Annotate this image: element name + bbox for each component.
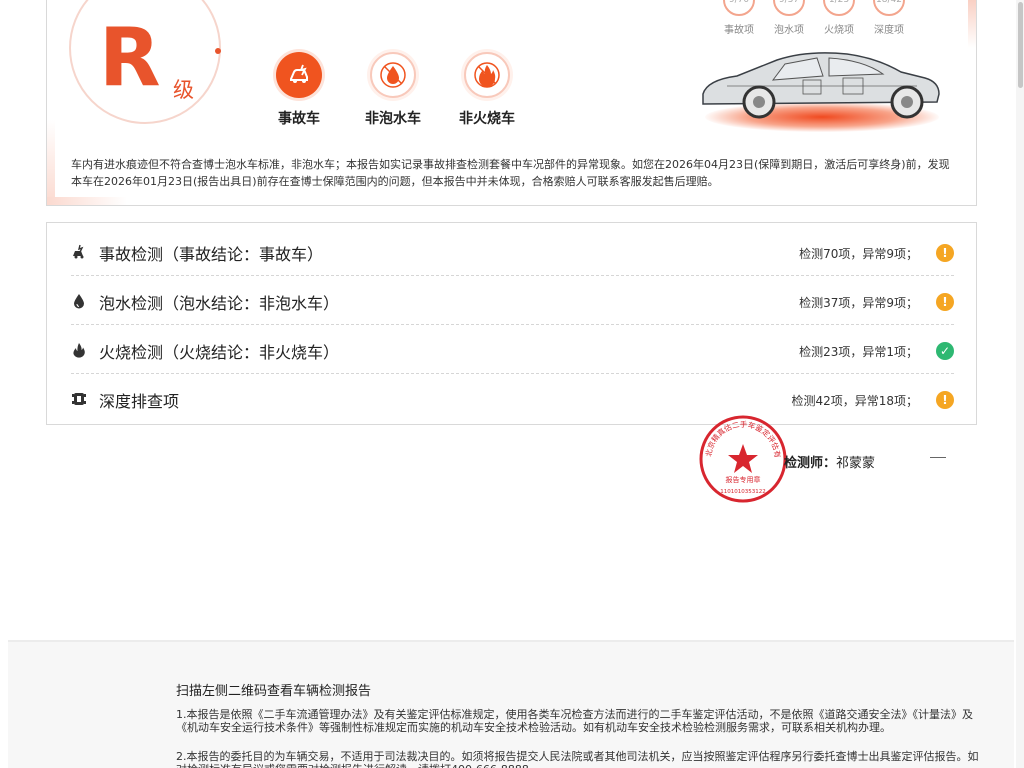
badge-accident-car: 事故车 xyxy=(259,52,339,128)
badge-not-flooded: 非泡水车 xyxy=(353,52,433,128)
stat-accident: 9/70 事故项 xyxy=(715,0,763,36)
stat-value: 18/42 xyxy=(873,0,905,16)
water-drop-crossed-icon xyxy=(370,52,416,98)
disclaimer-item: 1.本报告是依照《二手车流通管理办法》及有关鉴定评估标准规定，使用各类车况检查方… xyxy=(176,708,973,734)
detection-title: 火烧检测（火烧结论：非火烧车） xyxy=(99,343,340,362)
grade-letter: R xyxy=(99,11,161,104)
detection-title: 深度排查项 xyxy=(99,392,180,411)
stat-label: 泡水项 xyxy=(774,25,804,36)
inspector: 检测师：祁蒙蒙 xyxy=(784,452,875,471)
chassis-icon xyxy=(72,393,86,405)
corner-accent xyxy=(47,120,55,205)
xray-car-icon xyxy=(702,52,940,119)
detection-count: 检测23项，异常1项； xyxy=(799,345,918,359)
seal-code: 1101010353122 xyxy=(720,489,766,495)
grade-suffix: 级 xyxy=(173,78,194,102)
car-accident-icon xyxy=(73,244,84,259)
water-drop-icon xyxy=(74,294,84,309)
inspector-label: 检测师： xyxy=(784,456,837,471)
corner-accent xyxy=(968,0,976,48)
detection-count: 检测70项，异常9项； xyxy=(799,247,918,261)
stat-value: 9/70 xyxy=(723,0,755,16)
stat-label: 深度项 xyxy=(874,25,904,36)
stat-value: 9/37 xyxy=(773,0,805,16)
company-seal: 北京精真估二手车鉴定评估有限公司 报告专用章 1101010353122 xyxy=(698,414,787,503)
stat-label: 事故项 xyxy=(724,25,754,36)
badge-label: 事故车 xyxy=(278,111,320,127)
detection-row-deep[interactable]: 深度排查项 检测42项，异常18项； ! xyxy=(71,374,954,423)
detection-row-fire[interactable]: 火烧检测（火烧结论：非火烧车） 检测23项，异常1项； ✓ xyxy=(71,325,954,374)
inspector-name: 祁蒙蒙 xyxy=(836,456,876,471)
seal-sub: 报告专用章 xyxy=(726,475,761,484)
grade-ring-dot xyxy=(215,48,221,54)
corner-accent xyxy=(47,197,127,205)
badge-label: 非火烧车 xyxy=(459,111,515,127)
summary-card: R 级 事故车 非泡水车 非火烧车 9/70 事故项 9/37 泡水项 1/23… xyxy=(46,0,977,206)
summary-note: 车内有进水痕迹但不符合查博士泡水车标准，非泡水车；本报告如实记录事故排查检测套餐… xyxy=(71,158,950,188)
detection-row-accident[interactable]: 事故检测（事故结论：事故车） 检测70项，异常9项； ! xyxy=(71,227,954,276)
warning-icon: ! xyxy=(936,244,954,262)
page-scrollbar[interactable] xyxy=(1016,0,1024,768)
scrollbar-thumb[interactable] xyxy=(1018,2,1023,88)
stats-row: 9/70 事故项 9/37 泡水项 1/23 火烧项 18/42 深度项 xyxy=(713,0,905,48)
car-illustration xyxy=(667,42,957,142)
stat-deep: 18/42 深度项 xyxy=(865,0,913,36)
detection-count: 检测42项，异常18项； xyxy=(791,394,918,408)
report-footer: 扫描左侧二维码查看车辆检测报告 1.本报告是依照《二手车流通管理办法》及有关鉴定… xyxy=(8,642,1014,768)
stat-fire: 1/23 火烧项 xyxy=(815,0,863,36)
qr-hint: 扫描左侧二维码查看车辆检测报告 xyxy=(176,684,372,699)
fire-crossed-icon xyxy=(464,52,510,98)
detection-row-flood[interactable]: 泡水检测（泡水结论：非泡水车） 检测37项，异常9项； ! xyxy=(71,276,954,325)
detection-title: 泡水检测（泡水结论：非泡水车） xyxy=(99,294,340,313)
disclaimer-item: 2.本报告的委托目的为车辆交易，不适用于司法裁决目的。如须将报告提交人民法院或者… xyxy=(176,750,979,768)
stat-label: 火烧项 xyxy=(824,25,854,36)
report-page: R 级 事故车 非泡水车 非火烧车 9/70 事故项 9/37 泡水项 1/23… xyxy=(0,0,1016,768)
crashed-car-icon xyxy=(276,52,322,98)
flame-icon xyxy=(73,343,85,358)
warning-icon: ! xyxy=(936,391,954,409)
detection-title: 事故检测（事故结论：事故车） xyxy=(99,245,324,264)
badge-not-burned: 非火烧车 xyxy=(447,52,527,128)
stat-value: 1/23 xyxy=(823,0,855,16)
warning-icon: ! xyxy=(936,293,954,311)
detection-count: 检测37项，异常9项； xyxy=(799,296,918,310)
signature-mark xyxy=(930,457,946,458)
check-icon: ✓ xyxy=(936,342,954,360)
badge-label: 非泡水车 xyxy=(365,111,421,127)
stat-flood: 9/37 泡水项 xyxy=(765,0,813,36)
detection-list: 事故检测（事故结论：事故车） 检测70项，异常9项； ! 泡水检测（泡水结论：非… xyxy=(46,222,977,425)
